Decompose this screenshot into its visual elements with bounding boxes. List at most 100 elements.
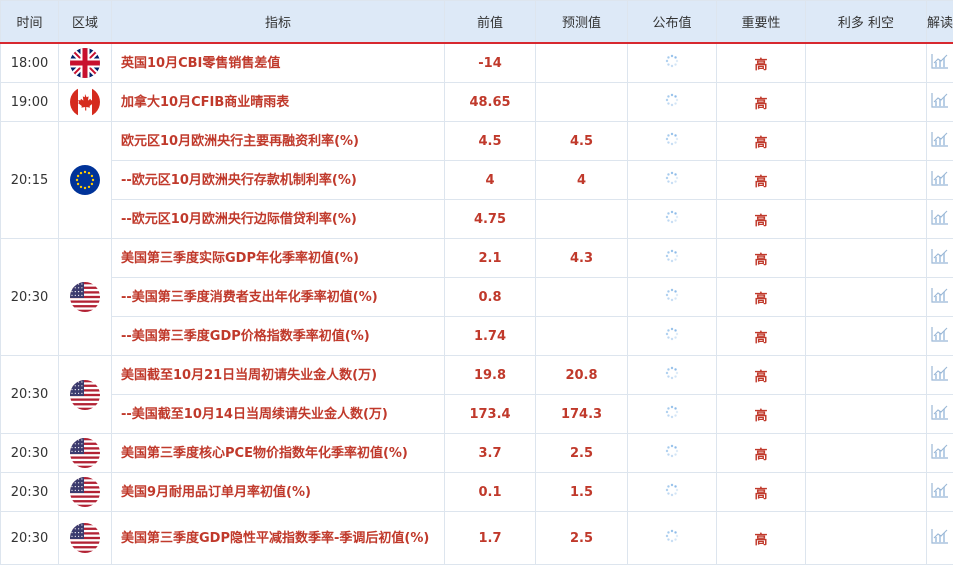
interpret-cell[interactable] <box>927 83 953 122</box>
impact-cell <box>806 161 927 200</box>
loading-spinner-icon <box>665 366 679 384</box>
eu-flag-icon <box>70 165 100 195</box>
indicator-link[interactable]: --欧元区10月欧洲央行存款机制利率(%) <box>112 161 445 200</box>
impact-cell <box>806 122 927 161</box>
chart-icon[interactable] <box>931 209 949 229</box>
chart-icon[interactable] <box>931 528 949 548</box>
table-row[interactable]: --美国第三季度消费者支出年化季率初值(%) 0.8 高 <box>1 278 953 317</box>
interpret-cell[interactable] <box>927 356 953 395</box>
interpret-cell[interactable] <box>927 239 953 278</box>
table-row[interactable]: 18:00 英国10月CBI零售销售差值 -14 高 <box>1 43 953 83</box>
forecast-value: 2.5 <box>536 434 628 473</box>
chart-icon[interactable] <box>931 92 949 112</box>
importance-value: 高 <box>717 395 806 434</box>
chart-icon[interactable] <box>931 443 949 463</box>
chart-icon[interactable] <box>931 131 949 151</box>
indicator-link[interactable]: 美国第三季度实际GDP年化季率初值(%) <box>112 239 445 278</box>
actual-cell <box>628 83 717 122</box>
importance-value: 高 <box>717 43 806 83</box>
interpret-cell[interactable] <box>927 434 953 473</box>
calendar-table: 时间 区域 指标 前值 预测值 公布值 重要性 利多 利空 解读 18:00 英… <box>0 0 953 565</box>
chart-icon[interactable] <box>931 404 949 424</box>
loading-spinner-icon <box>665 288 679 306</box>
interpret-cell[interactable] <box>927 317 953 356</box>
impact-cell <box>806 278 927 317</box>
loading-spinner-icon <box>665 483 679 501</box>
header-importance: 重要性 <box>717 1 806 44</box>
loading-spinner-icon <box>665 249 679 267</box>
loading-spinner-icon <box>665 529 679 547</box>
impact-cell <box>806 200 927 239</box>
interpret-cell[interactable] <box>927 512 953 565</box>
previous-value: 1.74 <box>445 317 536 356</box>
table-row[interactable]: 20:30 美国第三季度GDP隐性平减指数季率-季调后初值(%) 1.7 2.5… <box>1 512 953 565</box>
indicator-link[interactable]: 美国截至10月21日当周初请失业金人数(万) <box>112 356 445 395</box>
indicator-link[interactable]: --美国第三季度GDP价格指数季率初值(%) <box>112 317 445 356</box>
actual-cell <box>628 278 717 317</box>
indicator-link[interactable]: 美国9月耐用品订单月率初值(%) <box>112 473 445 512</box>
chart-icon[interactable] <box>931 326 949 346</box>
actual-cell <box>628 122 717 161</box>
chart-icon[interactable] <box>931 53 949 73</box>
importance-value: 高 <box>717 200 806 239</box>
indicator-link[interactable]: 欧元区10月欧洲央行主要再融资利率(%) <box>112 122 445 161</box>
table-row[interactable]: 20:15 欧元区10月欧洲央行主要再融资利率(%) 4.5 4.5 高 <box>1 122 953 161</box>
forecast-value: 174.3 <box>536 395 628 434</box>
interpret-cell[interactable] <box>927 122 953 161</box>
previous-value: 1.7 <box>445 512 536 565</box>
importance-value: 高 <box>717 356 806 395</box>
importance-value: 高 <box>717 239 806 278</box>
forecast-value <box>536 317 628 356</box>
table-row[interactable]: 20:30 美国截至10月21日当周初请失业金人数(万) 19.8 20.8 高 <box>1 356 953 395</box>
table-row[interactable]: 20:30 美国9月耐用品订单月率初值(%) 0.1 1.5 高 <box>1 473 953 512</box>
indicator-link[interactable]: --欧元区10月欧洲央行边际借贷利率(%) <box>112 200 445 239</box>
actual-cell <box>628 317 717 356</box>
actual-cell <box>628 43 717 83</box>
indicator-link[interactable]: --美国截至10月14日当周续请失业金人数(万) <box>112 395 445 434</box>
previous-value: 48.65 <box>445 83 536 122</box>
interpret-cell[interactable] <box>927 161 953 200</box>
previous-value: 4.75 <box>445 200 536 239</box>
actual-cell <box>628 473 717 512</box>
forecast-value <box>536 200 628 239</box>
forecast-value: 20.8 <box>536 356 628 395</box>
interpret-cell[interactable] <box>927 473 953 512</box>
indicator-link[interactable]: --美国第三季度消费者支出年化季率初值(%) <box>112 278 445 317</box>
actual-cell <box>628 239 717 278</box>
table-row[interactable]: --美国截至10月14日当周续请失业金人数(万) 173.4 174.3 高 <box>1 395 953 434</box>
previous-value: 173.4 <box>445 395 536 434</box>
table-row[interactable]: 19:00 加拿大10月CFIB商业晴雨表 48.65 高 <box>1 83 953 122</box>
previous-value: 0.8 <box>445 278 536 317</box>
table-row[interactable]: 20:30 美国第三季度核心PCE物价指数年化季率初值(%) 3.7 2.5 高 <box>1 434 953 473</box>
chart-icon[interactable] <box>931 365 949 385</box>
indicator-link[interactable]: 加拿大10月CFIB商业晴雨表 <box>112 83 445 122</box>
header-interpret: 解读 <box>927 1 953 44</box>
table-row[interactable]: --美国第三季度GDP价格指数季率初值(%) 1.74 高 <box>1 317 953 356</box>
table-row[interactable]: 20:30 美国第三季度实际GDP年化季率初值(%) 2.1 4.3 高 <box>1 239 953 278</box>
interpret-cell[interactable] <box>927 278 953 317</box>
header-region: 区域 <box>59 1 112 44</box>
header-impact: 利多 利空 <box>806 1 927 44</box>
chart-icon[interactable] <box>931 170 949 190</box>
interpret-cell[interactable] <box>927 200 953 239</box>
previous-value: 4 <box>445 161 536 200</box>
interpret-cell[interactable] <box>927 43 953 83</box>
time-cell: 18:00 <box>1 43 59 83</box>
region-cell <box>59 43 112 83</box>
indicator-link[interactable]: 美国第三季度GDP隐性平减指数季率-季调后初值(%) <box>112 512 445 565</box>
loading-spinner-icon <box>665 210 679 228</box>
chart-icon[interactable] <box>931 248 949 268</box>
us-flag-icon <box>70 282 100 312</box>
indicator-link[interactable]: 英国10月CBI零售销售差值 <box>112 43 445 83</box>
previous-value: 2.1 <box>445 239 536 278</box>
actual-cell <box>628 200 717 239</box>
chart-icon[interactable] <box>931 482 949 502</box>
interpret-cell[interactable] <box>927 395 953 434</box>
indicator-link[interactable]: 美国第三季度核心PCE物价指数年化季率初值(%) <box>112 434 445 473</box>
canada-flag-icon <box>70 87 100 117</box>
table-row[interactable]: --欧元区10月欧洲央行存款机制利率(%) 4 4 高 <box>1 161 953 200</box>
chart-icon[interactable] <box>931 287 949 307</box>
table-row[interactable]: --欧元区10月欧洲央行边际借贷利率(%) 4.75 高 <box>1 200 953 239</box>
importance-value: 高 <box>717 434 806 473</box>
previous-value: 0.1 <box>445 473 536 512</box>
